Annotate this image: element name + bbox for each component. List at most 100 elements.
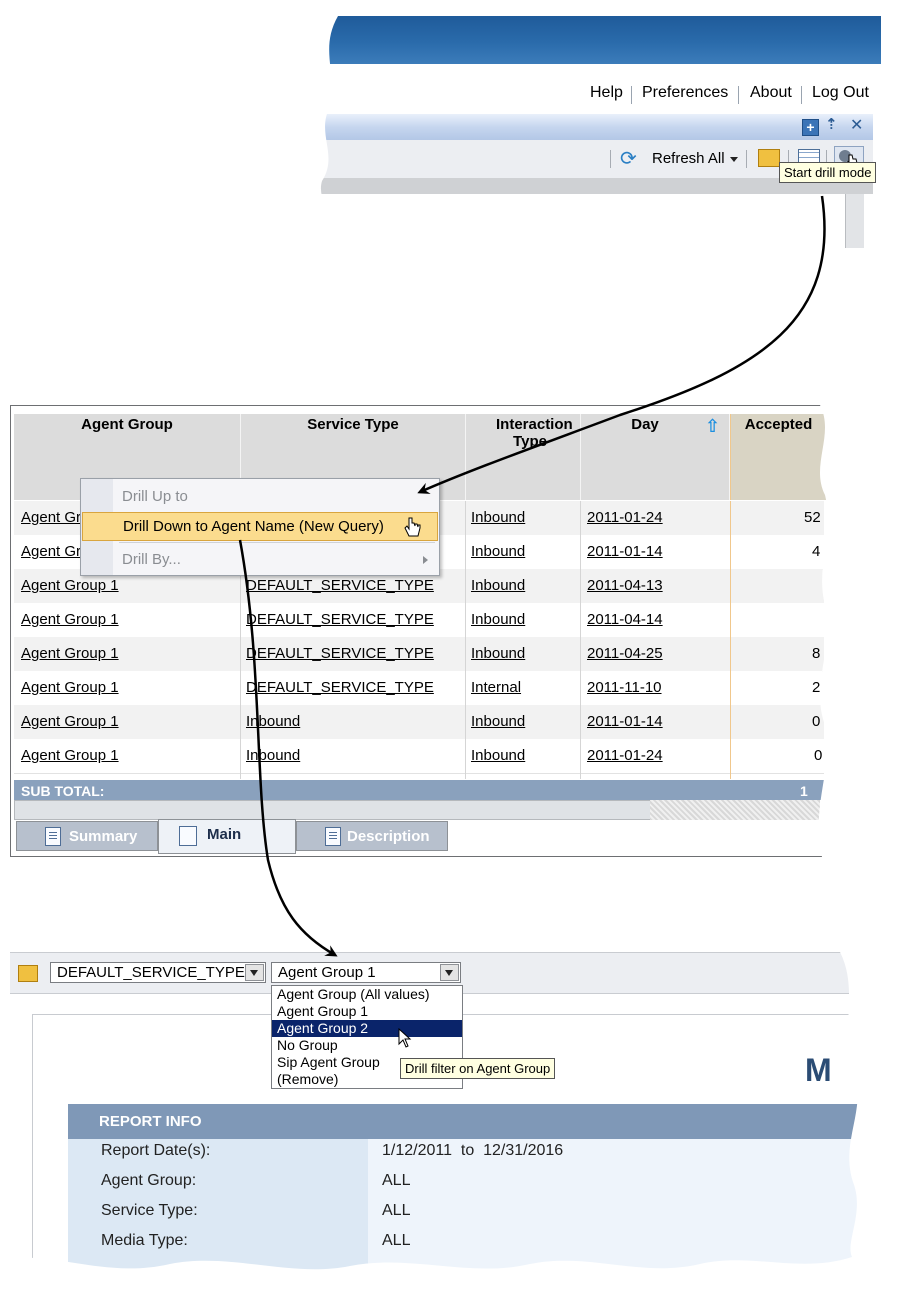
tab-summary[interactable]: Summary <box>16 821 158 851</box>
agent-group-cell[interactable]: Agent Group 1 <box>21 645 119 662</box>
column-divider <box>580 501 581 779</box>
interaction-type-cell[interactable]: Internal <box>471 679 521 696</box>
menu-item-drill-up[interactable]: Drill Up to <box>81 483 439 511</box>
interaction-type-cell[interactable]: Inbound <box>471 577 525 594</box>
service-type-cell[interactable]: DEFAULT_SERVICE_TYPE <box>246 577 434 594</box>
subtotal-label: SUB TOTAL: <box>21 783 105 799</box>
option-label: Agent Group 2 <box>277 1020 369 1036</box>
agent-group-value: ALL <box>382 1172 411 1189</box>
day-cell[interactable]: 2011-04-13 <box>587 577 663 594</box>
interaction-type-cell[interactable]: Inbound <box>471 509 525 526</box>
tab-label: Description <box>347 828 430 845</box>
pin-icon[interactable]: ⇡ <box>825 115 838 133</box>
column-divider <box>730 501 731 779</box>
accepted-cell: 2 <box>812 679 821 696</box>
dropdown-option[interactable]: Agent Group 1 <box>272 1003 462 1020</box>
accepted-cell: 0 <box>812 713 821 730</box>
accepted-cell: 0 <box>814 747 823 764</box>
table-row: Agent Group 1 DEFAULT_SERVICE_TYPE Inbou… <box>14 637 824 672</box>
preferences-link[interactable]: Preferences <box>642 84 728 102</box>
hand-cursor-icon <box>403 516 423 540</box>
about-link[interactable]: About <box>750 84 792 102</box>
day-cell[interactable]: 2011-04-14 <box>587 611 663 628</box>
drill-filter-tooltip: Drill filter on Agent Group <box>400 1058 555 1079</box>
interaction-type-cell[interactable]: Inbound <box>471 645 525 662</box>
sort-ascending-icon[interactable]: ⇧ <box>705 416 720 437</box>
media-type-label: Media Type: <box>101 1232 188 1249</box>
column-divider <box>465 501 466 779</box>
tab-description[interactable]: Description <box>296 821 448 851</box>
column-header-accepted[interactable]: Accepted <box>730 414 827 500</box>
toolbar-separator <box>746 150 747 168</box>
scrollbar-track <box>650 800 820 820</box>
report-info-values-column <box>368 1139 860 1284</box>
column-header-label: Service Type <box>307 416 399 433</box>
interaction-type-cell[interactable]: Inbound <box>471 713 525 730</box>
combo-value: Agent Group 1 <box>278 964 376 981</box>
service-type-cell[interactable]: DEFAULT_SERVICE_TYPE <box>246 645 434 662</box>
report-dates-value: 1/12/2011 to 12/31/2016 <box>382 1142 564 1159</box>
document-icon <box>45 827 61 846</box>
refresh-icon[interactable]: ⟳ <box>620 146 637 171</box>
menu-item-drill-down-agent-name[interactable]: Drill Down to Agent Name (New Query) <box>82 512 438 541</box>
agent-group-cell[interactable]: Agent Group 1 <box>21 679 119 696</box>
interaction-type-cell[interactable]: Inbound <box>471 543 525 560</box>
day-cell[interactable]: 2011-04-25 <box>587 645 663 662</box>
report-title-fragment: M <box>805 1052 832 1088</box>
service-type-cell[interactable]: Inbound <box>246 747 300 764</box>
chevron-down-icon[interactable] <box>245 964 264 981</box>
logout-link[interactable]: Log Out <box>812 84 869 102</box>
day-cell[interactable]: 2011-11-10 <box>587 679 662 696</box>
agent-group-cell[interactable]: Agent Group 1 <box>21 713 119 730</box>
report-table-panel: Agent Group Service Type Interaction Typ… <box>10 405 830 857</box>
chevron-down-icon[interactable] <box>730 157 738 162</box>
main-report-icon <box>179 826 197 846</box>
table-row: Agent Group 1 Inbound Inbound 2011-01-24… <box>14 739 824 774</box>
tab-label: Summary <box>69 828 138 845</box>
drill-filter-icon[interactable] <box>758 149 780 167</box>
mouse-pointer-icon <box>398 1028 414 1050</box>
vertical-scrollbar[interactable] <box>845 194 864 248</box>
dropdown-option[interactable]: Agent Group (All values) <box>272 986 462 1003</box>
refresh-all-button[interactable]: Refresh All <box>652 150 725 167</box>
tab-main[interactable]: Main <box>158 819 296 854</box>
maximize-icon[interactable]: + <box>802 119 819 136</box>
accepted-cell: 52 <box>804 509 821 526</box>
service-type-cell[interactable]: DEFAULT_SERVICE_TYPE <box>246 611 434 628</box>
document-icon <box>325 827 341 846</box>
service-type-label: Service Type: <box>101 1202 198 1219</box>
agent-group-cell[interactable]: Agent Group 1 <box>21 577 119 594</box>
service-type-cell[interactable]: Inbound <box>246 713 300 730</box>
help-link[interactable]: Help <box>590 84 623 102</box>
agent-group-cell[interactable]: Agent Group 1 <box>21 747 119 764</box>
nav-separator <box>631 86 632 104</box>
chevron-down-icon[interactable] <box>440 964 459 981</box>
menu-item-label: Drill Down to Agent Name (New Query) <box>123 518 384 535</box>
menu-divider <box>119 542 435 543</box>
column-header-interaction-type[interactable]: Interaction Type <box>466 414 581 500</box>
dropdown-option[interactable]: No Group <box>272 1037 462 1054</box>
day-cell[interactable]: 2011-01-14 <box>587 713 663 730</box>
menu-item-drill-by[interactable]: Drill By... <box>81 545 439 573</box>
media-type-value: ALL <box>382 1232 411 1249</box>
interaction-type-cell[interactable]: Inbound <box>471 747 525 764</box>
agent-group-cell[interactable]: Agent Group 1 <box>21 611 119 628</box>
dropdown-option-selected[interactable]: Agent Group 2 <box>272 1020 462 1037</box>
day-cell[interactable]: 2011-01-14 <box>587 543 663 560</box>
table-row: Agent Group 1 DEFAULT_SERVICE_TYPE Inbou… <box>14 603 824 638</box>
service-type-cell[interactable]: DEFAULT_SERVICE_TYPE <box>246 679 434 696</box>
accepted-cell: 8 <box>812 645 821 662</box>
drill-context-menu: Drill Up to Drill Down to Agent Name (Ne… <box>80 478 440 576</box>
service-type-filter-combo[interactable]: DEFAULT_SERVICE_TYPE <box>50 962 266 983</box>
agent-group-filter-combo[interactable]: Agent Group 1 <box>271 962 461 983</box>
top-window-fragment: Help Preferences About Log Out + ⇡ ✕ ⟳ R… <box>318 16 881 248</box>
day-cell[interactable]: 2011-01-24 <box>587 747 663 764</box>
option-label: No Group <box>277 1037 338 1053</box>
option-label: Agent Group 1 <box>277 1003 369 1019</box>
interaction-type-cell[interactable]: Inbound <box>471 611 525 628</box>
column-header-day[interactable]: Day ⇧ <box>581 414 730 500</box>
day-cell[interactable]: 2011-01-24 <box>587 509 663 526</box>
menu-item-label: Drill By... <box>122 551 181 568</box>
horizontal-scrollbar[interactable] <box>14 800 652 820</box>
close-icon[interactable]: ✕ <box>850 115 863 135</box>
